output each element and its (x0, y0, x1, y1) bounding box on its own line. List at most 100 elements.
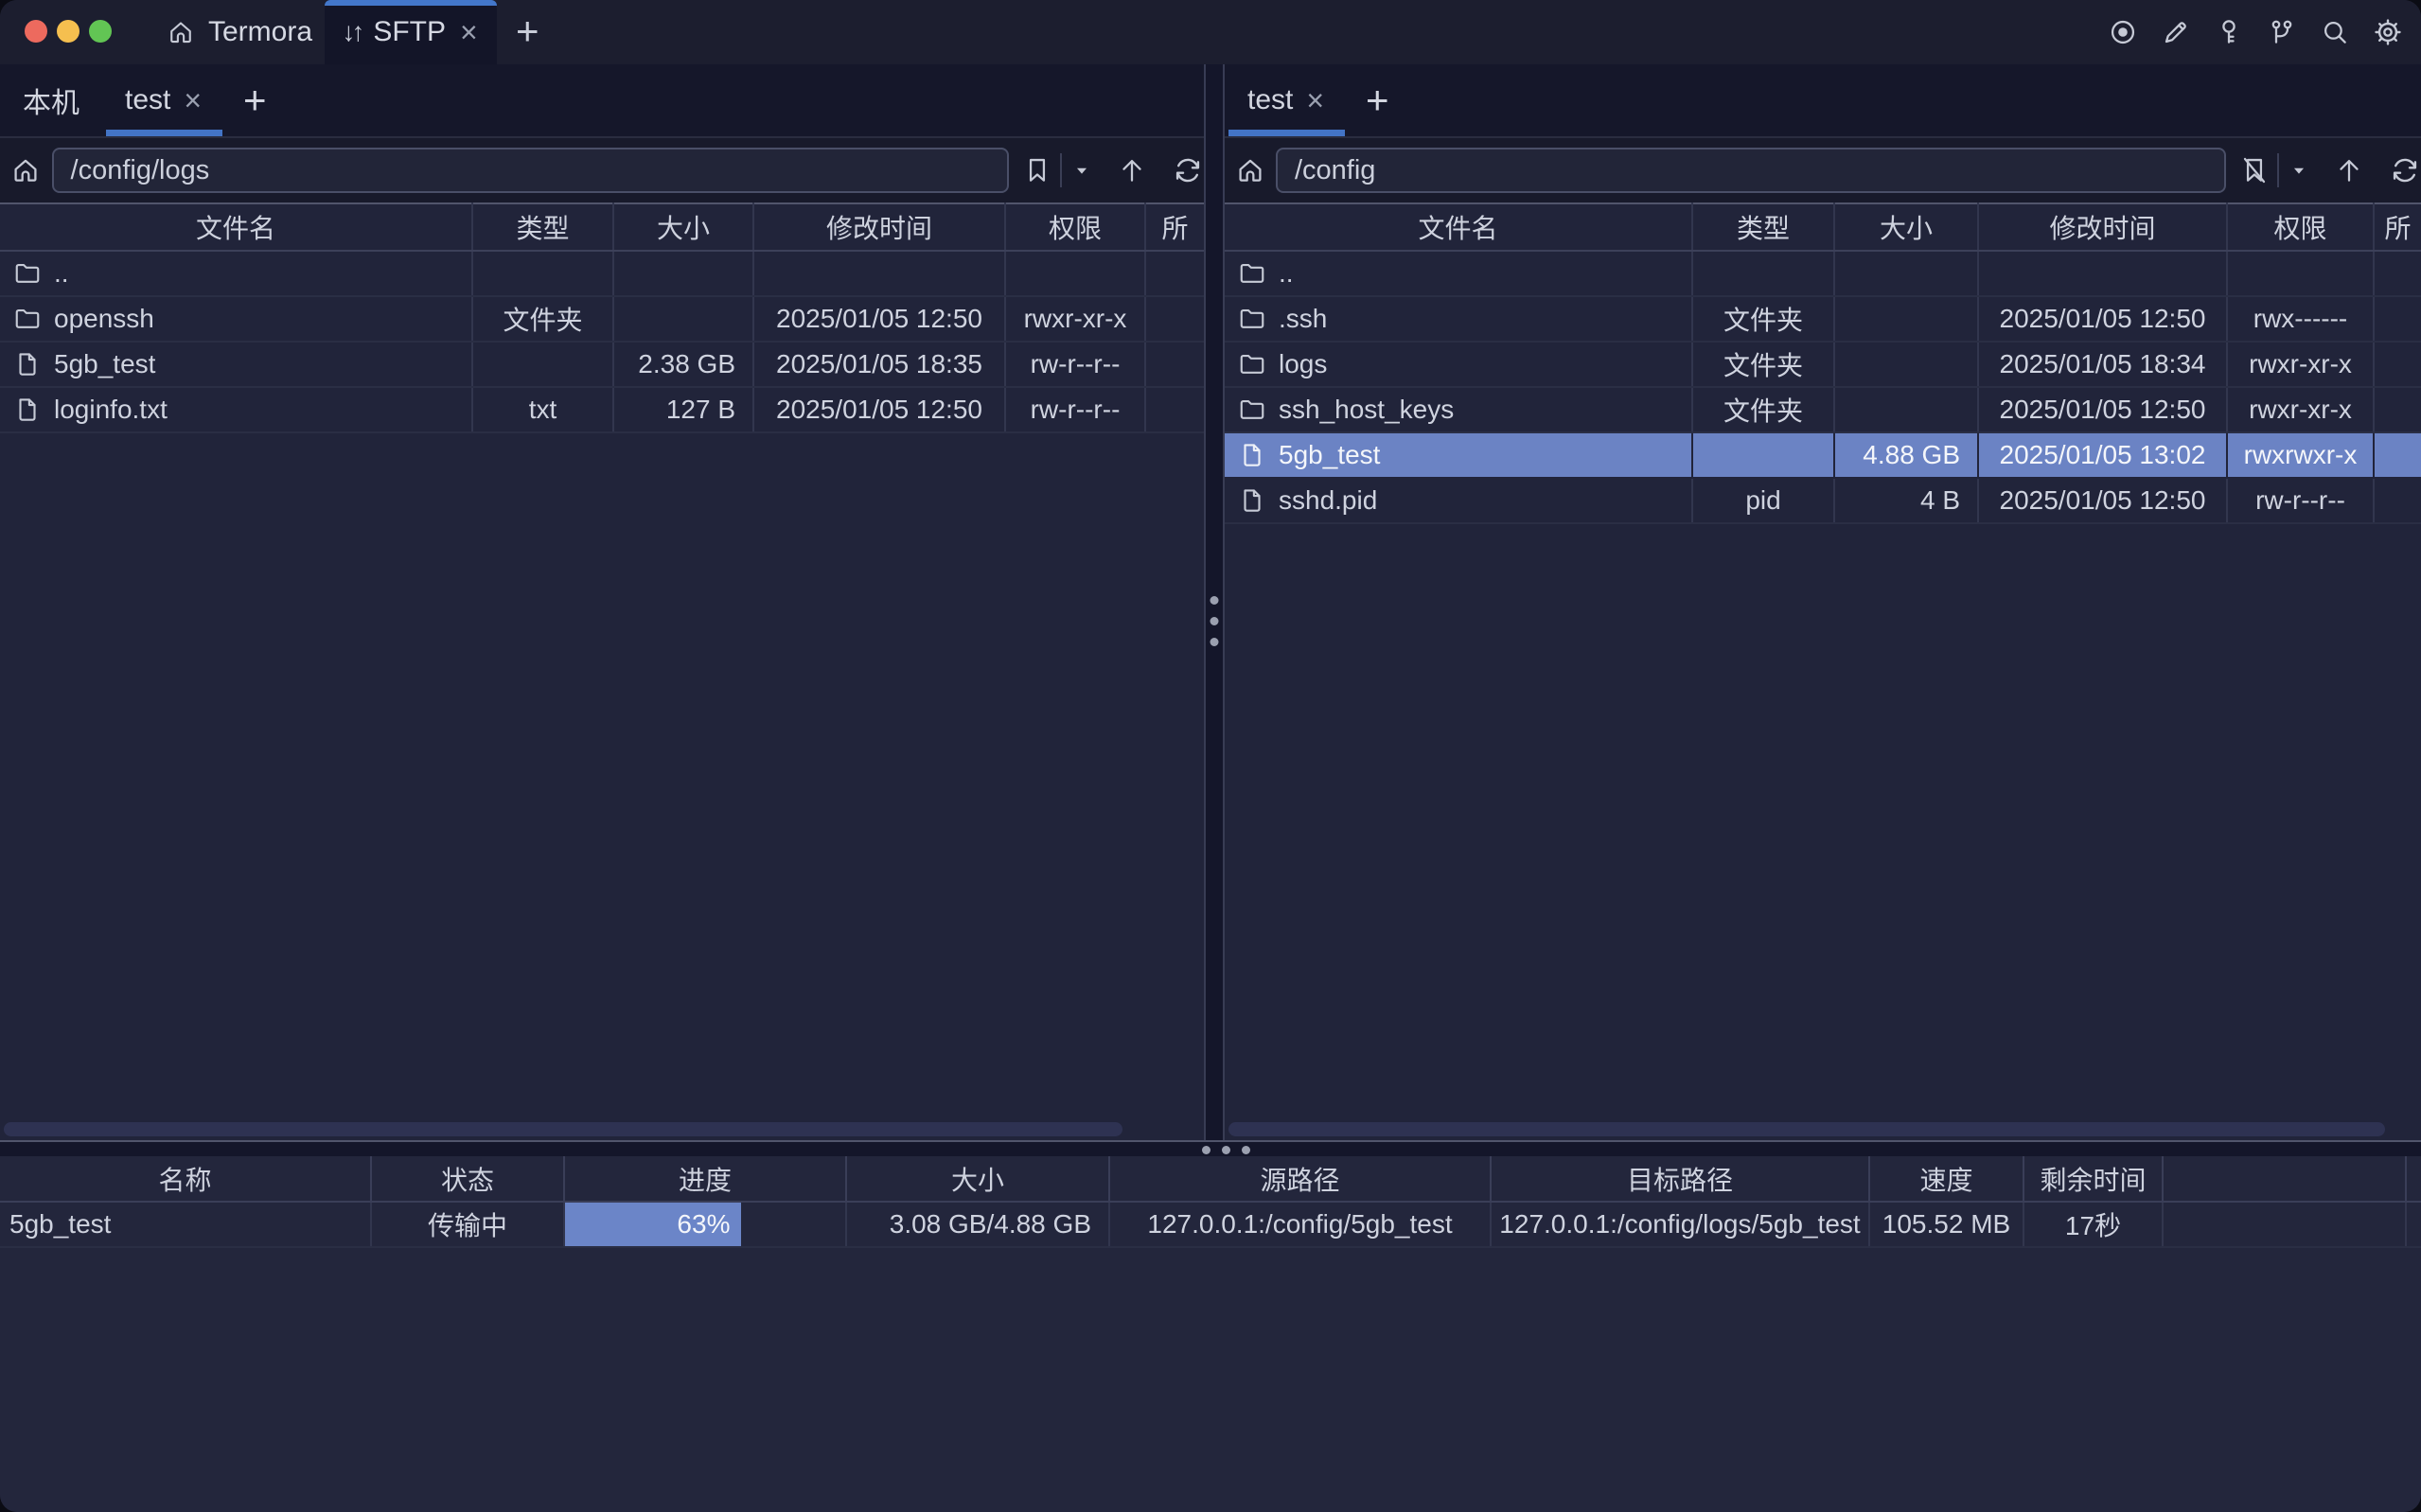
home-icon (167, 18, 195, 46)
new-session-tab-button[interactable]: + (226, 64, 284, 136)
tab-termora-home[interactable]: Termora (142, 0, 337, 64)
transfers-splitter-horizontal[interactable] (0, 1140, 2421, 1156)
transfer-icon: ↓↑ (342, 17, 361, 47)
left-horizontal-scrollbar[interactable] (4, 1122, 1122, 1136)
table-row-selected[interactable]: 5gb_test 4.88 GB 2025/01/05 13:02 rwxrwx… (1225, 432, 2421, 478)
column-header-size[interactable]: 大小 (1834, 203, 1978, 251)
tab-label: test (125, 84, 170, 116)
edit-icon[interactable] (2160, 16, 2192, 48)
panel-splitter-vertical[interactable] (1204, 64, 1225, 1140)
path-input[interactable]: /config/logs (52, 148, 1009, 193)
tab-test-session[interactable]: test × (1225, 64, 1349, 136)
file-icon (1238, 441, 1266, 469)
bookmark-slash-icon[interactable] (2239, 155, 2270, 185)
column-header-speed: 速度 (1869, 1156, 2023, 1202)
column-header-empty (2163, 1156, 2406, 1202)
home-directory-icon[interactable] (1225, 155, 1276, 185)
settings-icon[interactable] (2372, 16, 2404, 48)
key-icon[interactable] (2213, 16, 2245, 48)
table-row[interactable]: 5gb_test 2.38 GB 2025/01/05 18:35 rw-r--… (0, 342, 1204, 387)
column-header-progress: 进度 (564, 1156, 846, 1202)
close-tab-icon[interactable]: × (182, 85, 203, 115)
column-header-owner[interactable]: 所 (1145, 203, 1204, 251)
close-tab-icon[interactable]: × (458, 17, 480, 47)
table-row[interactable]: sshd.pid pid 4 B 2025/01/05 12:50 rw-r--… (1225, 478, 2421, 523)
transfer-size: 3.08 GB/4.88 GB (846, 1202, 1109, 1247)
transfer-target-path: 127.0.0.1:/config/logs/5gb_test (1491, 1202, 1869, 1247)
column-header-filename[interactable]: 文件名 (0, 203, 472, 251)
column-header-modified[interactable]: 修改时间 (1978, 203, 2227, 251)
progress-label: 63% (677, 1209, 730, 1239)
table-row[interactable]: ssh_host_keys 文件夹 2025/01/05 12:50 rwxr-… (1225, 387, 2421, 432)
file-name: 5gb_test (1279, 440, 1380, 470)
path-value: /config (1295, 155, 1375, 186)
parent-directory-icon[interactable] (1117, 155, 1147, 185)
folder-icon (1238, 396, 1266, 424)
new-tab-button[interactable]: + (516, 11, 539, 51)
tab-sftp[interactable]: ↓↑ SFTP × (325, 0, 497, 64)
branch-icon[interactable] (2266, 16, 2298, 48)
active-tab-underline (1228, 130, 1345, 136)
column-header-permissions[interactable]: 权限 (1005, 203, 1145, 251)
tab-label: SFTP (373, 16, 446, 48)
minimize-window-button[interactable] (57, 20, 80, 43)
table-row[interactable]: .. (1225, 251, 2421, 296)
table-row[interactable]: .ssh 文件夹 2025/01/05 12:50 rwx------ (1225, 296, 2421, 342)
new-session-tab-button[interactable]: + (1349, 64, 1406, 136)
file-name: ssh_host_keys (1279, 395, 1454, 425)
bookmark-icon[interactable] (1022, 155, 1052, 185)
record-icon[interactable] (2107, 16, 2139, 48)
transfer-status: 传输中 (371, 1202, 564, 1247)
refresh-icon[interactable] (2389, 154, 2421, 186)
home-directory-icon[interactable] (0, 155, 52, 185)
table-row[interactable]: .. (0, 251, 1204, 296)
tab-local-machine[interactable]: 本机 (0, 64, 102, 136)
active-tab-accent (325, 0, 497, 6)
table-row[interactable]: loginfo.txt txt 127 B 2025/01/05 12:50 r… (0, 387, 1204, 432)
folder-icon (13, 259, 42, 288)
table-header-row: 文件名 类型 大小 修改时间 权限 所 (0, 203, 1204, 251)
transfer-remaining-time: 17秒 (2023, 1202, 2163, 1247)
path-input[interactable]: /config (1276, 148, 2226, 193)
transfer-source-path: 127.0.0.1:/config/5gb_test (1109, 1202, 1491, 1247)
close-window-button[interactable] (25, 20, 47, 43)
table-header-row: 文件名 类型 大小 修改时间 权限 所 (1225, 203, 2421, 251)
table-row[interactable]: openssh 文件夹 2025/01/05 12:50 rwxr-xr-x (0, 296, 1204, 342)
column-header-filename[interactable]: 文件名 (1225, 203, 1692, 251)
column-header-type[interactable]: 类型 (472, 203, 613, 251)
table-row[interactable]: logs 文件夹 2025/01/05 18:34 rwxr-xr-x (1225, 342, 2421, 387)
zoom-window-button[interactable] (89, 20, 112, 43)
transfer-queue-panel: 名称 状态 进度 大小 源路径 目标路径 速度 剩余时间 5gb_test 传输… (0, 1156, 2421, 1512)
transfer-speed: 105.52 MB (1869, 1202, 2023, 1247)
divider (2277, 153, 2279, 187)
folder-icon (1238, 305, 1266, 333)
parent-directory-icon[interactable] (2334, 155, 2364, 185)
file-icon (1238, 486, 1266, 515)
bookmark-dropdown-icon[interactable] (2288, 160, 2309, 181)
column-header-type[interactable]: 类型 (1692, 203, 1834, 251)
column-header-name: 名称 (0, 1156, 371, 1202)
transfer-header-row: 名称 状态 进度 大小 源路径 目标路径 速度 剩余时间 (0, 1156, 2421, 1202)
transfer-row[interactable]: 5gb_test 传输中 63% 3.08 GB/4.88 GB 127.0.0… (0, 1202, 2421, 1247)
remote-file-panel: test × + /config (1225, 64, 2421, 1140)
tab-test-session[interactable]: test × (102, 64, 226, 136)
bookmark-dropdown-icon[interactable] (1071, 160, 1092, 181)
left-path-bar: /config/logs (0, 138, 1204, 202)
column-header-owner[interactable]: 所 (2374, 203, 2421, 251)
right-horizontal-scrollbar[interactable] (1228, 1122, 2385, 1136)
local-file-panel: 本机 test × + /config/logs (0, 64, 1204, 1140)
transfer-table: 名称 状态 进度 大小 源路径 目标路径 速度 剩余时间 5gb_test 传输… (0, 1156, 2421, 1248)
column-header-empty (2406, 1156, 2421, 1202)
search-icon[interactable] (2319, 16, 2351, 48)
column-header-permissions[interactable]: 权限 (2227, 203, 2374, 251)
tab-label: 本机 (23, 79, 80, 121)
column-header-modified[interactable]: 修改时间 (753, 203, 1005, 251)
column-header-target-path: 目标路径 (1491, 1156, 1869, 1202)
file-name: openssh (54, 304, 154, 334)
file-name: .. (54, 258, 69, 289)
column-header-source-path: 源路径 (1109, 1156, 1491, 1202)
column-header-size[interactable]: 大小 (613, 203, 753, 251)
splitter-handle-dots (1202, 1146, 1250, 1154)
refresh-icon[interactable] (1172, 154, 1204, 186)
close-tab-icon[interactable]: × (1304, 85, 1326, 115)
